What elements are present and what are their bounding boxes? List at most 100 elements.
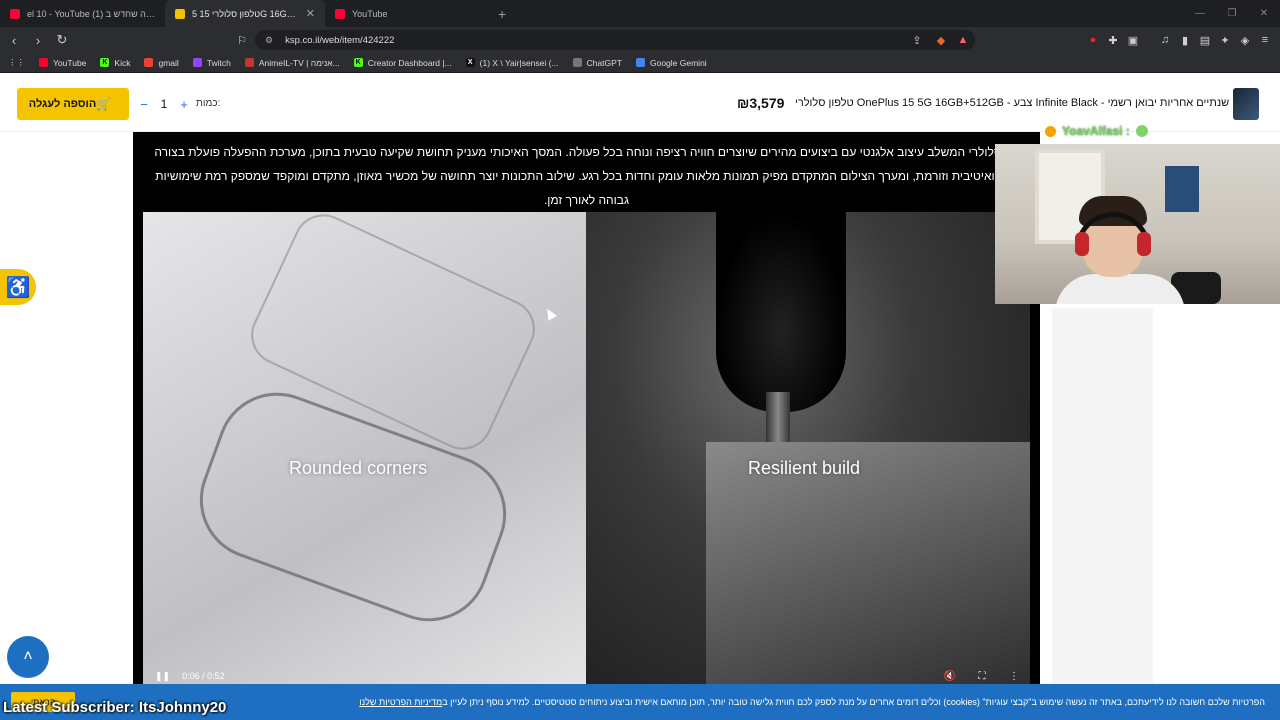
bookmark-label: Creator Dashboard |...	[367, 57, 452, 68]
window-controls: — ❐ ✕	[1184, 0, 1280, 27]
privacy-policy-link[interactable]: מדיניות הפרטיות שלנו	[359, 697, 442, 707]
close-window-icon[interactable]: ✕	[1248, 8, 1280, 19]
bookmark-twitch[interactable]: Twitch	[192, 57, 231, 68]
minimize-icon[interactable]: —	[1184, 8, 1216, 19]
bookmark-label: Google Gemini	[649, 57, 707, 68]
site-info-icon[interactable]: ⚙	[265, 35, 273, 46]
latest-subscriber-overlay: Latest Subscriber: ItsJohnny20	[3, 699, 227, 716]
bookmark-label: YouTube	[53, 57, 87, 68]
address-bar[interactable]: ⚙ ksp.co.il/web/item/424222	[255, 30, 975, 50]
more-options-icon[interactable]: ⋮	[998, 671, 1030, 682]
brave-shields-icon[interactable]: ◆	[932, 31, 950, 49]
bookmark-chatgpt[interactable]: ChatGPT	[572, 57, 622, 68]
extensions-icon[interactable]: ✚	[1104, 31, 1122, 49]
twitch-icon	[192, 58, 202, 67]
product-video-section: פון סלולרי המשלב עיצוב אלגנטי עם ביצועים…	[133, 132, 1040, 692]
increment-icon[interactable]: +	[176, 97, 192, 112]
bookmark-x[interactable]: X (1) X \ Yair|sensei (...	[465, 57, 559, 68]
gmail-icon	[144, 58, 154, 67]
headset-earcup-left	[1075, 232, 1089, 256]
video-frame-right: Resilient build	[586, 212, 1030, 686]
headset-earcup-right	[1137, 232, 1151, 256]
extension-record-icon[interactable]: ●	[1084, 31, 1102, 49]
browser-navbar: ‹ › ↻ ⚐ ⚙ ksp.co.il/web/item/424222 ⇪ ◆ …	[0, 27, 1280, 53]
bookmark-animeil[interactable]: AnimeIL-TV | אנימה...	[244, 57, 340, 68]
chat-username: YoavAlfasi :	[1062, 124, 1130, 138]
subscriber-badge-icon	[1045, 125, 1056, 137]
forward-icon[interactable]: ›	[28, 30, 48, 50]
tab-youtube-playlist[interactable]: el 10 - YouTube (1) כל מה שחדש ב-	[0, 0, 165, 27]
streamer-shirt	[1055, 274, 1185, 304]
emote-icon	[1135, 125, 1148, 137]
share-icon[interactable]: ⇪	[908, 31, 926, 49]
video-caption-right: Resilient build	[748, 458, 861, 478]
brave-rewards-icon[interactable]: ▲	[954, 31, 972, 49]
wall-poster	[1165, 166, 1199, 212]
scroll-to-top-button[interactable]: ˄	[7, 636, 49, 678]
sidebar-icon[interactable]: ▮	[1176, 31, 1194, 49]
video-player[interactable]: Rounded corners Resilient build ❚❚ 0:06 …	[143, 212, 1030, 686]
bookmark-youtube[interactable]: YouTube	[39, 58, 86, 68]
screenshot-icon[interactable]: ▣	[1124, 31, 1142, 49]
kick-icon: K	[353, 58, 363, 67]
media-icon[interactable]: ♫	[1156, 31, 1174, 49]
bookmark-label: AnimeIL-TV | אנימה...	[258, 57, 340, 68]
youtube-icon	[10, 8, 20, 19]
gemini-icon	[635, 58, 645, 67]
bookmark-icon[interactable]: ⚐	[233, 31, 251, 49]
ksp-icon	[175, 8, 185, 19]
bookmark-label: (1) X \ Yair|sensei (...	[479, 57, 559, 68]
webcam-overlay	[995, 144, 1280, 304]
apps-icon[interactable]: ⋮⋮	[8, 57, 25, 68]
product-description: פון סלולרי המשלב עיצוב אלגנטי עם ביצועים…	[154, 145, 1019, 207]
chat-overlay: YoavAlfasi :	[1045, 124, 1148, 138]
bookmark-label: Kick	[114, 57, 131, 68]
quantity-stepper: − 1 +	[136, 88, 192, 120]
mute-icon[interactable]: 🔇	[934, 671, 966, 682]
bookmark-gemini[interactable]: Google Gemini	[635, 57, 707, 68]
new-tab-icon[interactable]: +	[498, 6, 506, 22]
bookmark-gmail[interactable]: gmail	[144, 57, 179, 68]
product-price: ₪3,579	[737, 95, 785, 111]
chatgpt-icon	[572, 58, 582, 67]
add-to-cart-label: הוספה לעגלה	[28, 98, 97, 110]
wallet-icon[interactable]: ▤	[1196, 31, 1214, 49]
close-tab-icon[interactable]: ✕	[306, 7, 315, 20]
quantity-value[interactable]: 1	[156, 97, 172, 111]
video-caption-left: Rounded corners	[289, 458, 428, 478]
animeil-icon	[244, 58, 254, 67]
pause-icon[interactable]: ❚❚	[155, 671, 170, 682]
product-thumbnail	[1233, 88, 1259, 120]
bookmark-creator-dashboard[interactable]: K Creator Dashboard |...	[353, 57, 452, 68]
tab-ksp-product[interactable]: טלפון סלולרי 15 5G 16GB 512GB ✕	[165, 0, 325, 27]
decrement-icon[interactable]: −	[136, 97, 152, 112]
menu-icon[interactable]: ≡	[1256, 31, 1274, 49]
tab-label: YouTube	[352, 8, 388, 19]
drill-head	[716, 212, 846, 412]
reload-icon[interactable]: ↻	[52, 30, 72, 50]
youtube-icon	[335, 8, 345, 19]
video-time: 0:06 / 0:52	[182, 671, 225, 681]
browser-tabbar: el 10 - YouTube (1) כל מה שחדש ב- טלפון …	[0, 0, 1280, 27]
youtube-icon	[39, 58, 48, 67]
tab-label: טלפון סלולרי 15 5G 16GB 512GB	[192, 8, 298, 19]
leo-ai-icon[interactable]: ✦	[1216, 31, 1234, 49]
tab-label: el 10 - YouTube (1) כל מה שחדש ב-	[27, 8, 155, 19]
url-text: ksp.co.il/web/item/424222	[285, 34, 395, 46]
cart-icon: 🛒	[96, 97, 112, 111]
back-icon[interactable]: ‹	[4, 30, 24, 50]
bookmark-label: Twitch	[206, 57, 231, 68]
accessibility-icon[interactable]: ♿	[0, 269, 36, 305]
bookmark-label: gmail	[158, 57, 179, 68]
video-controls: ❚❚ 0:06 / 0:52 🔇 ⛶ ⋮	[143, 666, 1030, 686]
fullscreen-icon[interactable]: ⛶	[966, 671, 998, 682]
bookmarks-bar: ⋮⋮ YouTube K Kick gmail Twitch AnimeIL-TV…	[0, 53, 1280, 73]
side-panel	[1052, 308, 1153, 688]
bookmark-kick[interactable]: K Kick	[100, 58, 130, 68]
maximize-icon[interactable]: ❐	[1216, 8, 1248, 19]
cookie-text: הפרטיות שלכם חשובה לנו לידיעתכם, באתר זה…	[442, 697, 1265, 707]
add-to-cart-button[interactable]: 🛒 הוספה לעגלה	[17, 88, 129, 120]
vpn-icon[interactable]: ◈	[1236, 31, 1254, 49]
tab-youtube[interactable]: YouTube	[325, 0, 490, 27]
bookmark-label: ChatGPT	[586, 57, 622, 68]
